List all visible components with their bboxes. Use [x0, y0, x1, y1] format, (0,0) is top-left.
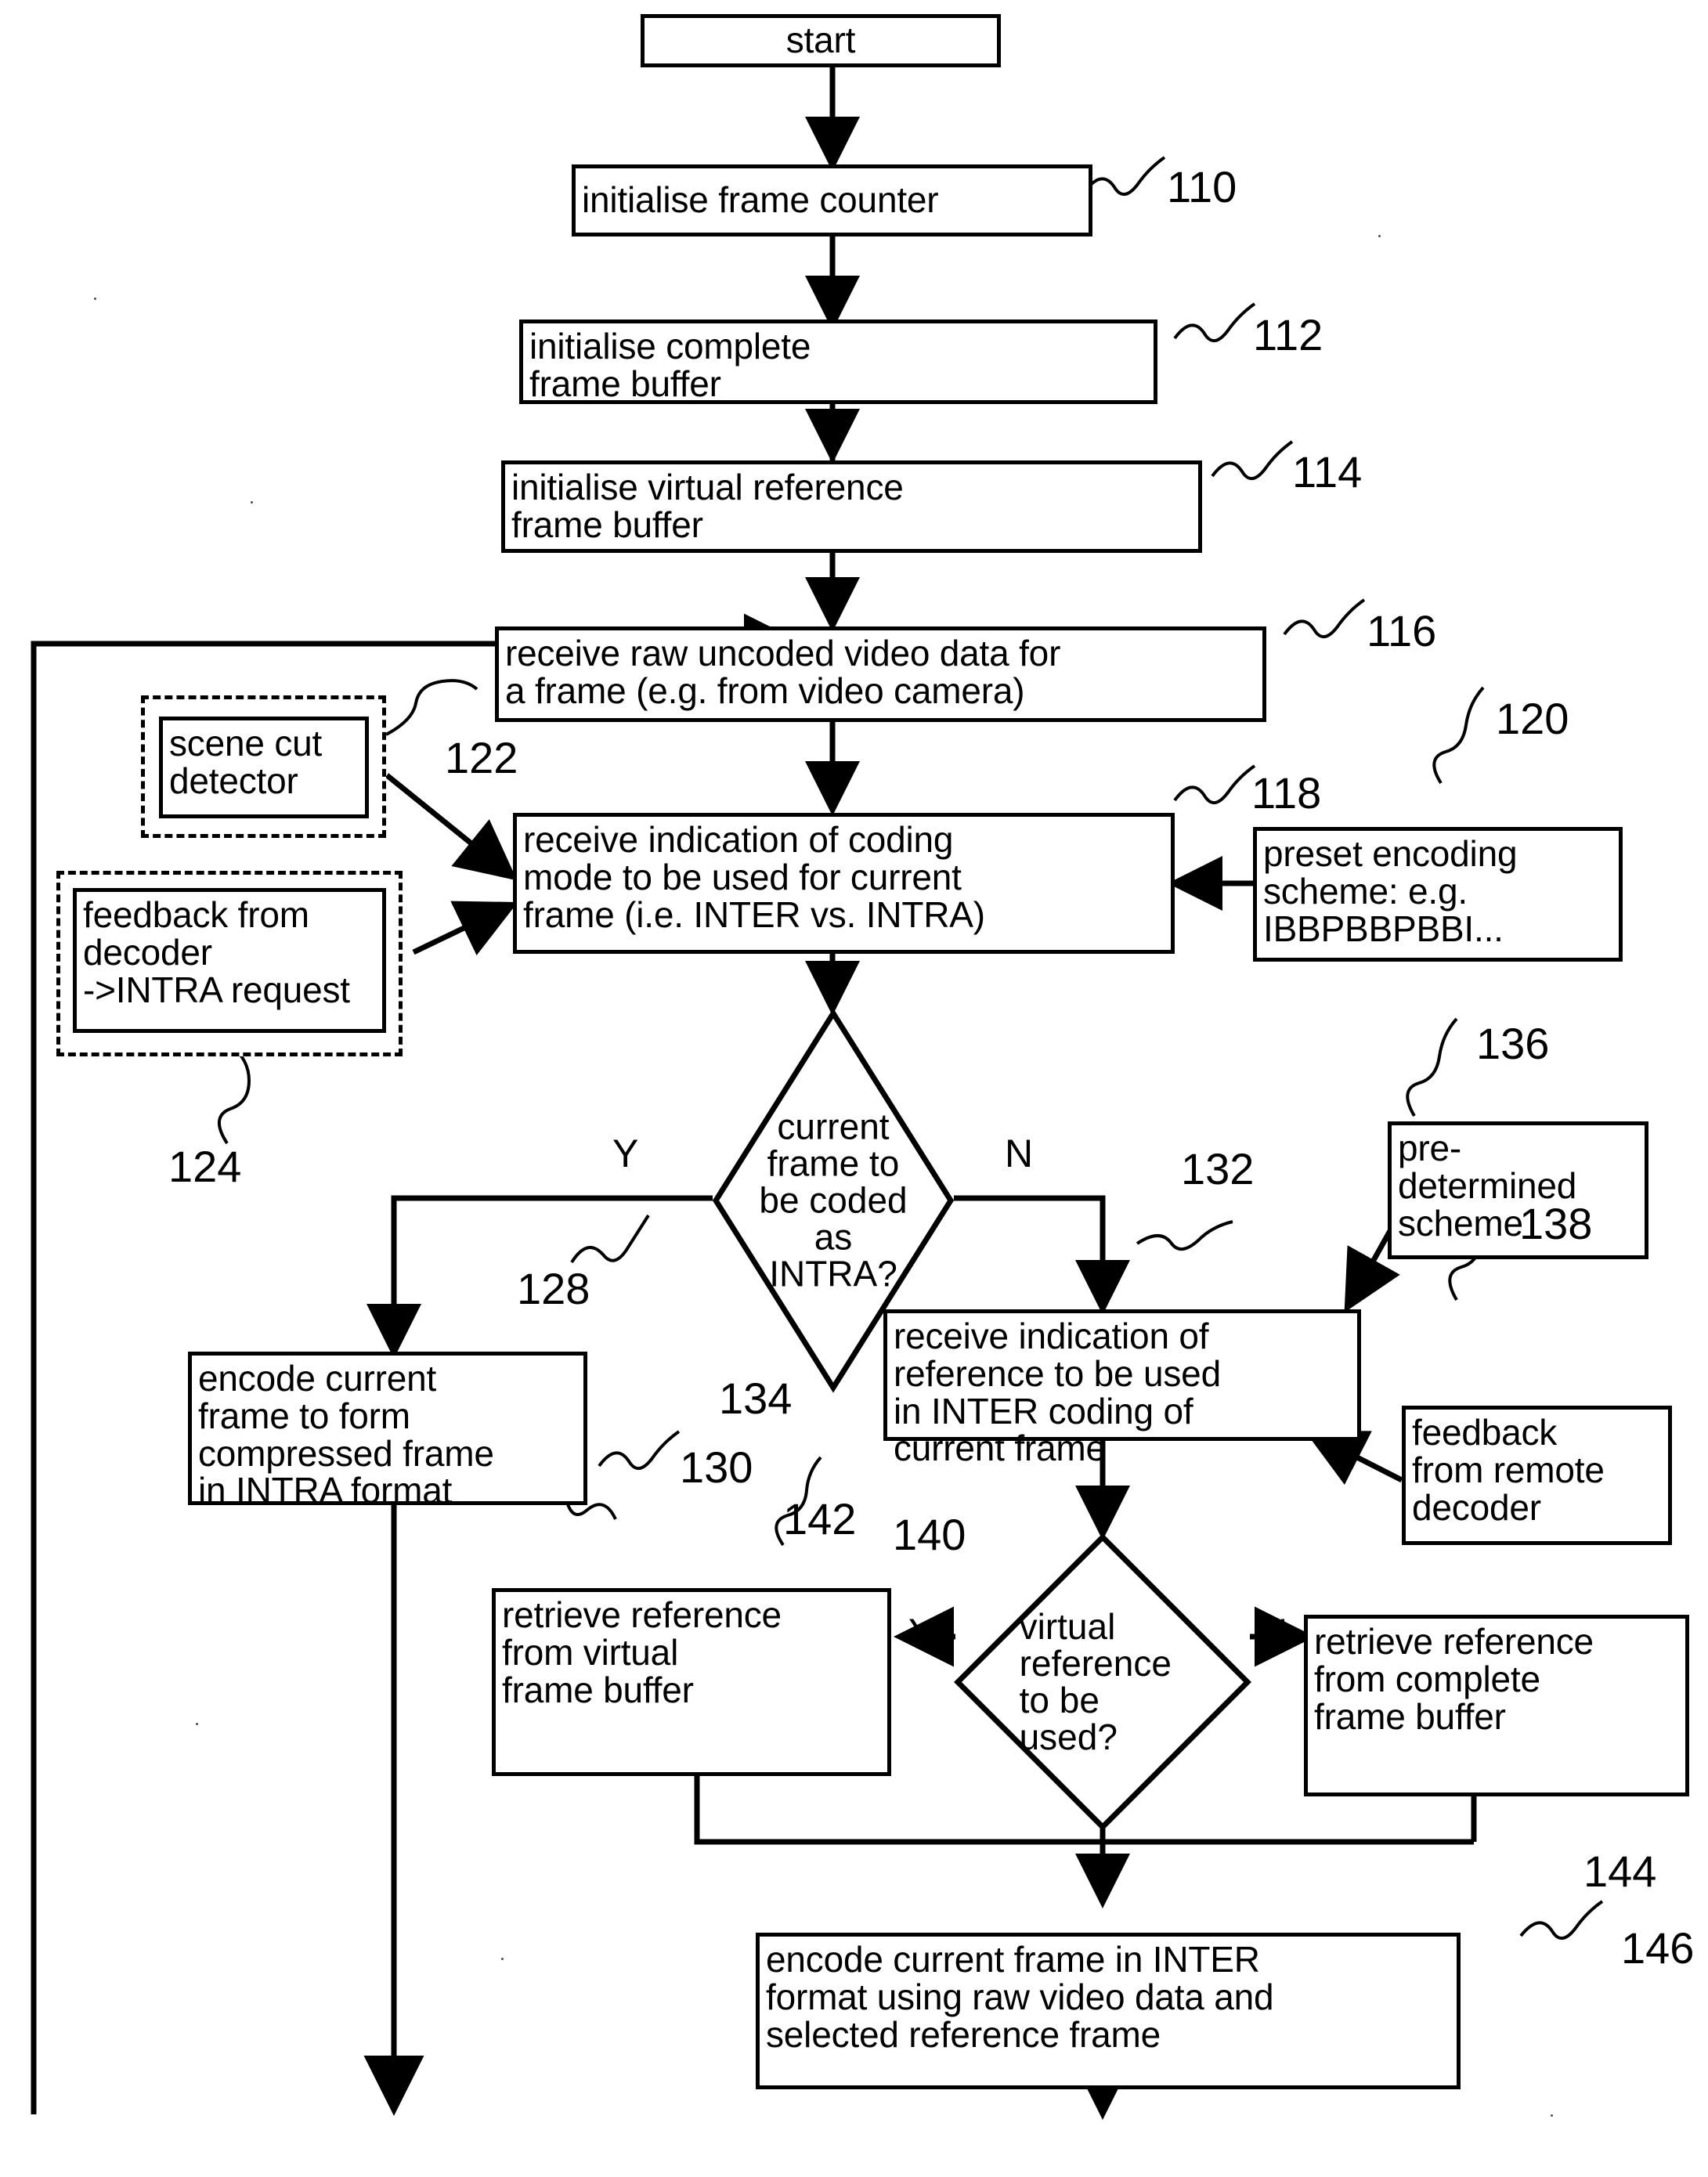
- node-retrieve-from-complete-buffer[interactable]: retrieve reference from complete frame b…: [1304, 1615, 1689, 1796]
- ref-138: 138: [1519, 1199, 1593, 1248]
- ref-142: 142: [783, 1494, 857, 1543]
- node-initialise-virtual-buffer[interactable]: initialise virtual reference frame buffe…: [501, 460, 1202, 553]
- node-scene-cut-detector-label: scene cut detector: [169, 723, 323, 801]
- node-initialise-virtual-buffer-label: initialise virtual reference frame buffe…: [511, 467, 904, 545]
- ref-130: 130: [680, 1442, 753, 1492]
- node-receive-reference-indication[interactable]: receive indication of reference to be us…: [883, 1309, 1361, 1467]
- node-feedback-remote-decoder-label: feedback from remote decoder: [1412, 1412, 1605, 1528]
- flowchart-canvas: start initialise frame counter initialis…: [0, 0, 1708, 2177]
- branch-label-intra-no: N: [1005, 1132, 1034, 1175]
- branch-label-virtual-yes: Y: [908, 1611, 935, 1655]
- node-initialise-frame-counter[interactable]: initialise frame counter: [572, 164, 1092, 236]
- branch-label-virtual-no: N: [1259, 1611, 1288, 1655]
- node-feedback-from-decoder-label: feedback from decoder ->INTRA request: [83, 894, 350, 1010]
- ref-132: 132: [1181, 1144, 1255, 1193]
- ref-120: 120: [1496, 694, 1569, 743]
- node-retrieve-from-virtual-buffer-label: retrieve reference from virtual frame bu…: [502, 1594, 782, 1710]
- node-predetermined-scheme[interactable]: pre- determined scheme: [1388, 1121, 1648, 1259]
- node-encode-intra[interactable]: encode current frame to form compressed …: [188, 1352, 587, 1509]
- ref-114: 114: [1292, 447, 1363, 496]
- node-encode-inter-label: encode current frame in INTER format usi…: [766, 1939, 1274, 2055]
- ref-116: 116: [1367, 606, 1437, 655]
- node-initialise-frame-counter-label: initialise frame counter: [582, 179, 939, 221]
- node-receive-raw-video-label: receive raw uncoded video data for a fra…: [505, 633, 1061, 711]
- node-encode-intra-label: encode current frame to form compressed …: [198, 1358, 494, 1511]
- node-receive-reference-indication-label: receive indication of reference to be us…: [894, 1316, 1221, 1469]
- ref-128: 128: [517, 1264, 590, 1313]
- node-receive-coding-mode-label: receive indication of coding mode to be …: [523, 819, 985, 935]
- scan-speck: [94, 298, 96, 300]
- ref-134: 134: [719, 1374, 793, 1423]
- scan-speck: [501, 1958, 504, 1960]
- scan-speck: [196, 1723, 198, 1725]
- decision-virtual-reference[interactable]: virtual reference to be used?: [954, 1533, 1251, 1831]
- node-initialise-complete-buffer[interactable]: initialise complete frame buffer: [519, 320, 1157, 404]
- node-initialise-complete-buffer-label: initialise complete frame buffer: [529, 326, 811, 404]
- node-encode-inter[interactable]: encode current frame in INTER format usi…: [756, 1933, 1461, 2089]
- scan-speck: [1551, 2114, 1553, 2117]
- decision-virtual-reference-label: virtual reference to be used?: [1019, 1606, 1172, 1757]
- node-preset-encoding-scheme-label: preset encoding scheme: e.g. IBBPBBPBBI.…: [1263, 833, 1518, 949]
- ref-122: 122: [445, 733, 518, 782]
- node-start-label: start: [785, 20, 856, 61]
- ref-146: 146: [1621, 1923, 1695, 1973]
- node-feedback-from-decoder[interactable]: feedback from decoder ->INTRA request: [73, 888, 386, 1033]
- scan-speck: [1378, 235, 1381, 237]
- ref-112: 112: [1253, 310, 1323, 359]
- ref-136: 136: [1476, 1019, 1550, 1068]
- node-feedback-remote-decoder[interactable]: feedback from remote decoder: [1402, 1406, 1672, 1545]
- ref-118: 118: [1251, 768, 1322, 818]
- ref-140: 140: [893, 1510, 966, 1559]
- node-retrieve-from-virtual-buffer[interactable]: retrieve reference from virtual frame bu…: [492, 1588, 891, 1776]
- ref-110: 110: [1167, 162, 1237, 211]
- node-scene-cut-detector[interactable]: scene cut detector: [159, 717, 369, 818]
- node-preset-encoding-scheme[interactable]: preset encoding scheme: e.g. IBBPBBPBBI.…: [1253, 827, 1623, 962]
- scan-speck: [251, 501, 253, 504]
- node-retrieve-from-complete-buffer-label: retrieve reference from complete frame b…: [1314, 1621, 1594, 1737]
- node-start[interactable]: start: [641, 14, 1001, 67]
- branch-label-intra-yes: Y: [612, 1132, 639, 1175]
- ref-144: 144: [1583, 1847, 1657, 1896]
- node-receive-raw-video[interactable]: receive raw uncoded video data for a fra…: [495, 626, 1266, 722]
- ref-124: 124: [168, 1142, 242, 1191]
- node-receive-coding-mode[interactable]: receive indication of coding mode to be …: [513, 813, 1175, 954]
- decision-code-as-intra-label: current frame to be coded as INTRA?: [759, 1106, 908, 1294]
